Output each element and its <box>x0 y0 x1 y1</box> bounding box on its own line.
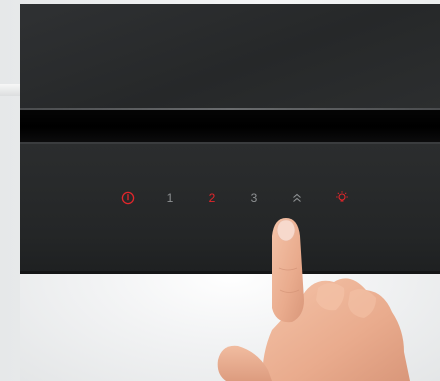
hand-image <box>217 218 410 381</box>
